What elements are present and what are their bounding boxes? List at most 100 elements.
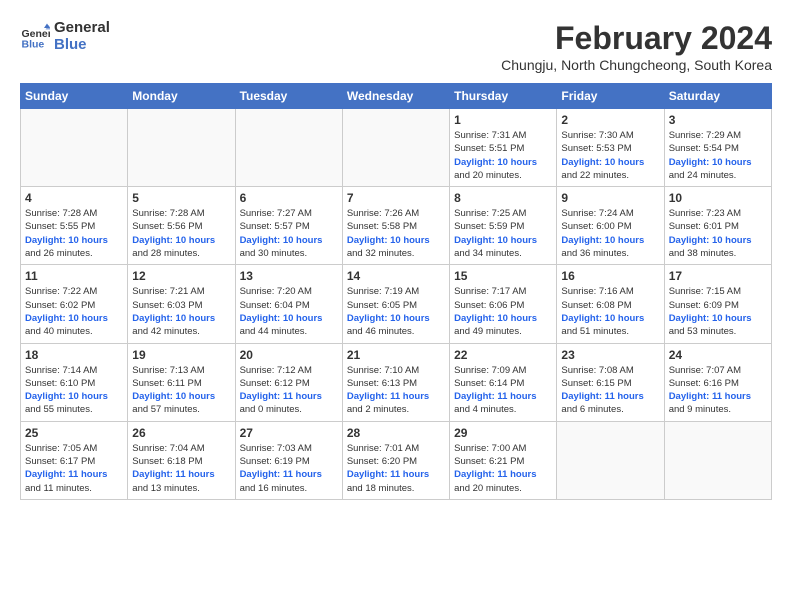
day-cell [21, 109, 128, 187]
header-friday: Friday [557, 84, 664, 109]
header-monday: Monday [128, 84, 235, 109]
day-cell: 13 Sunrise: 7:20 AMSunset: 6:04 PMDayligh… [235, 265, 342, 343]
day-info: Sunrise: 7:29 AMSunset: 5:54 PMDaylight:… [669, 129, 767, 182]
day-cell: 17Sunrise: 7:15 AMSunset: 6:09 PMDayligh… [664, 265, 771, 343]
day-info: Sunrise: 7:17 AMSunset: 6:06 PMDaylight:… [454, 285, 552, 338]
day-info: Sunrise: 7:00 AMSunset: 6:21 PMDaylight:… [454, 442, 552, 495]
week-row-0: 1 Sunrise: 7:31 AMSunset: 5:51 PMDaylight… [21, 109, 772, 187]
day-cell: 2Sunrise: 7:30 AMSunset: 5:53 PMDaylight… [557, 109, 664, 187]
day-cell [235, 109, 342, 187]
day-info: Sunrise: 7:28 AMSunset: 5:56 PMDaylight:… [132, 207, 230, 260]
day-info: Sunrise: 7:19 AMSunset: 6:05 PMDaylight:… [347, 285, 445, 338]
month-title: February 2024 [501, 20, 772, 57]
day-info: Sunrise: 7:21 AMSunset: 6:03 PMDaylight:… [132, 285, 230, 338]
day-info: Sunrise: 7:28 AMSunset: 5:55 PMDaylight:… [25, 207, 123, 260]
day-number: 1 [454, 113, 552, 127]
day-cell: 3 Sunrise: 7:29 AMSunset: 5:54 PMDaylight… [664, 109, 771, 187]
day-number: 9 [561, 191, 659, 205]
day-cell: 20 Sunrise: 7:12 AMSunset: 6:12 PMDayligh… [235, 343, 342, 421]
day-number: 5 [132, 191, 230, 205]
day-number: 21 [347, 348, 445, 362]
day-info: Sunrise: 7:26 AMSunset: 5:58 PMDaylight:… [347, 207, 445, 260]
logo-icon: General Blue [20, 22, 50, 52]
week-row-4: 25Sunrise: 7:05 AMSunset: 6:17 PMDayligh… [21, 421, 772, 499]
logo-line1: General [54, 20, 110, 37]
day-number: 6 [240, 191, 338, 205]
day-cell: 19Sunrise: 7:13 AMSunset: 6:11 PMDayligh… [128, 343, 235, 421]
day-cell: 12 Sunrise: 7:21 AMSunset: 6:03 PMDayligh… [128, 265, 235, 343]
day-number: 12 [132, 269, 230, 283]
day-number: 25 [25, 426, 123, 440]
day-info: Sunrise: 7:03 AMSunset: 6:19 PMDaylight:… [240, 442, 338, 495]
day-info: Sunrise: 7:22 AMSunset: 6:02 PMDaylight:… [25, 285, 123, 338]
day-info: Sunrise: 7:07 AMSunset: 6:16 PMDaylight:… [669, 364, 767, 417]
day-info: Sunrise: 7:25 AMSunset: 5:59 PMDaylight:… [454, 207, 552, 260]
day-cell: 25Sunrise: 7:05 AMSunset: 6:17 PMDayligh… [21, 421, 128, 499]
location-subtitle: Chungju, North Chungcheong, South Korea [501, 57, 772, 73]
day-number: 29 [454, 426, 552, 440]
day-number: 20 [240, 348, 338, 362]
day-info: Sunrise: 7:13 AMSunset: 6:11 PMDaylight:… [132, 364, 230, 417]
header-sunday: Sunday [21, 84, 128, 109]
day-cell [128, 109, 235, 187]
day-cell: 23Sunrise: 7:08 AMSunset: 6:15 PMDayligh… [557, 343, 664, 421]
day-info: Sunrise: 7:16 AMSunset: 6:08 PMDaylight:… [561, 285, 659, 338]
day-number: 16 [561, 269, 659, 283]
day-info: Sunrise: 7:12 AMSunset: 6:12 PMDaylight:… [240, 364, 338, 417]
day-cell: 28Sunrise: 7:01 AMSunset: 6:20 PMDayligh… [342, 421, 449, 499]
day-cell: 1 Sunrise: 7:31 AMSunset: 5:51 PMDaylight… [450, 109, 557, 187]
logo: General Blue General Blue [20, 20, 110, 53]
day-cell: 14 Sunrise: 7:19 AMSunset: 6:05 PMDayligh… [342, 265, 449, 343]
day-info: Sunrise: 7:31 AMSunset: 5:51 PMDaylight:… [454, 129, 552, 182]
day-number: 7 [347, 191, 445, 205]
day-number: 4 [25, 191, 123, 205]
day-number: 27 [240, 426, 338, 440]
day-cell: 26 Sunrise: 7:04 AMSunset: 6:18 PMDayligh… [128, 421, 235, 499]
svg-text:Blue: Blue [22, 38, 45, 50]
day-cell: 24 Sunrise: 7:07 AMSunset: 6:16 PMDayligh… [664, 343, 771, 421]
week-row-2: 11 Sunrise: 7:22 AMSunset: 6:02 PMDayligh… [21, 265, 772, 343]
day-number: 14 [347, 269, 445, 283]
day-cell: 8 Sunrise: 7:25 AMSunset: 5:59 PMDaylight… [450, 187, 557, 265]
day-info: Sunrise: 7:20 AMSunset: 6:04 PMDaylight:… [240, 285, 338, 338]
day-cell [664, 421, 771, 499]
header-row: SundayMondayTuesdayWednesdayThursdayFrid… [21, 84, 772, 109]
day-number: 24 [669, 348, 767, 362]
day-number: 11 [25, 269, 123, 283]
day-number: 3 [669, 113, 767, 127]
day-cell: 10 Sunrise: 7:23 AMSunset: 6:01 PMDayligh… [664, 187, 771, 265]
day-number: 10 [669, 191, 767, 205]
day-info: Sunrise: 7:27 AMSunset: 5:57 PMDaylight:… [240, 207, 338, 260]
day-cell: 4 Sunrise: 7:28 AMSunset: 5:55 PMDaylight… [21, 187, 128, 265]
header-saturday: Saturday [664, 84, 771, 109]
day-info: Sunrise: 7:09 AMSunset: 6:14 PMDaylight:… [454, 364, 552, 417]
day-cell: 21 Sunrise: 7:10 AMSunset: 6:13 PMDayligh… [342, 343, 449, 421]
day-info: Sunrise: 7:15 AMSunset: 6:09 PMDaylight:… [669, 285, 767, 338]
day-number: 23 [561, 348, 659, 362]
day-number: 13 [240, 269, 338, 283]
day-cell: 16 Sunrise: 7:16 AMSunset: 6:08 PMDayligh… [557, 265, 664, 343]
day-cell: 15Sunrise: 7:17 AMSunset: 6:06 PMDayligh… [450, 265, 557, 343]
day-info: Sunrise: 7:23 AMSunset: 6:01 PMDaylight:… [669, 207, 767, 260]
day-number: 28 [347, 426, 445, 440]
day-cell: 9 Sunrise: 7:24 AMSunset: 6:00 PMDaylight… [557, 187, 664, 265]
day-info: Sunrise: 7:24 AMSunset: 6:00 PMDaylight:… [561, 207, 659, 260]
day-cell: 5 Sunrise: 7:28 AMSunset: 5:56 PMDaylight… [128, 187, 235, 265]
day-number: 2 [561, 113, 659, 127]
day-cell [342, 109, 449, 187]
day-info: Sunrise: 7:14 AMSunset: 6:10 PMDaylight:… [25, 364, 123, 417]
day-cell [557, 421, 664, 499]
day-number: 18 [25, 348, 123, 362]
day-cell: 22Sunrise: 7:09 AMSunset: 6:14 PMDayligh… [450, 343, 557, 421]
header-wednesday: Wednesday [342, 84, 449, 109]
day-info: Sunrise: 7:04 AMSunset: 6:18 PMDaylight:… [132, 442, 230, 495]
day-cell: 27 Sunrise: 7:03 AMSunset: 6:19 PMDayligh… [235, 421, 342, 499]
title-block: February 2024 Chungju, North Chungcheong… [501, 20, 772, 73]
page-header: General Blue General Blue February 2024 … [20, 20, 772, 73]
day-number: 26 [132, 426, 230, 440]
header-tuesday: Tuesday [235, 84, 342, 109]
day-info: Sunrise: 7:10 AMSunset: 6:13 PMDaylight:… [347, 364, 445, 417]
header-thursday: Thursday [450, 84, 557, 109]
day-number: 8 [454, 191, 552, 205]
day-cell: 11 Sunrise: 7:22 AMSunset: 6:02 PMDayligh… [21, 265, 128, 343]
